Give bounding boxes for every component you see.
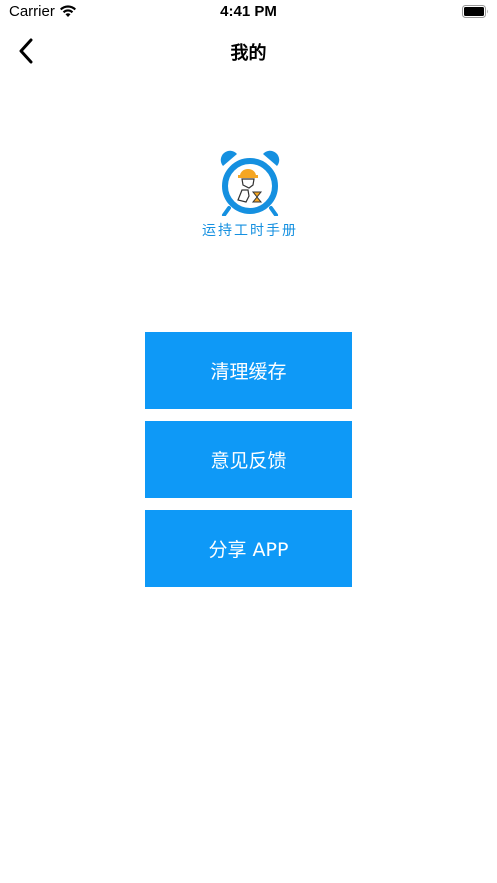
battery-icon xyxy=(462,5,488,18)
page-title: 我的 xyxy=(230,43,267,64)
feedback-button[interactable]: 意见反馈 xyxy=(145,421,352,498)
share-app-label: 分享 APP xyxy=(208,539,289,561)
clear-cache-button[interactable]: 清理缓存 xyxy=(145,332,352,409)
logo-text: 运持工时手册 xyxy=(202,223,298,239)
status-bar: Carrier 4:41 PM xyxy=(0,0,497,26)
status-time: 4:41 PM xyxy=(220,3,277,20)
feedback-label: 意见反馈 xyxy=(210,450,287,472)
share-app-button[interactable]: 分享 APP xyxy=(145,510,352,587)
alarm-clock-worker-icon xyxy=(220,150,280,216)
nav-bar: 我的 xyxy=(0,26,497,76)
clear-cache-label: 清理缓存 xyxy=(210,361,287,383)
app-logo: 运持工时手册 xyxy=(195,150,305,245)
